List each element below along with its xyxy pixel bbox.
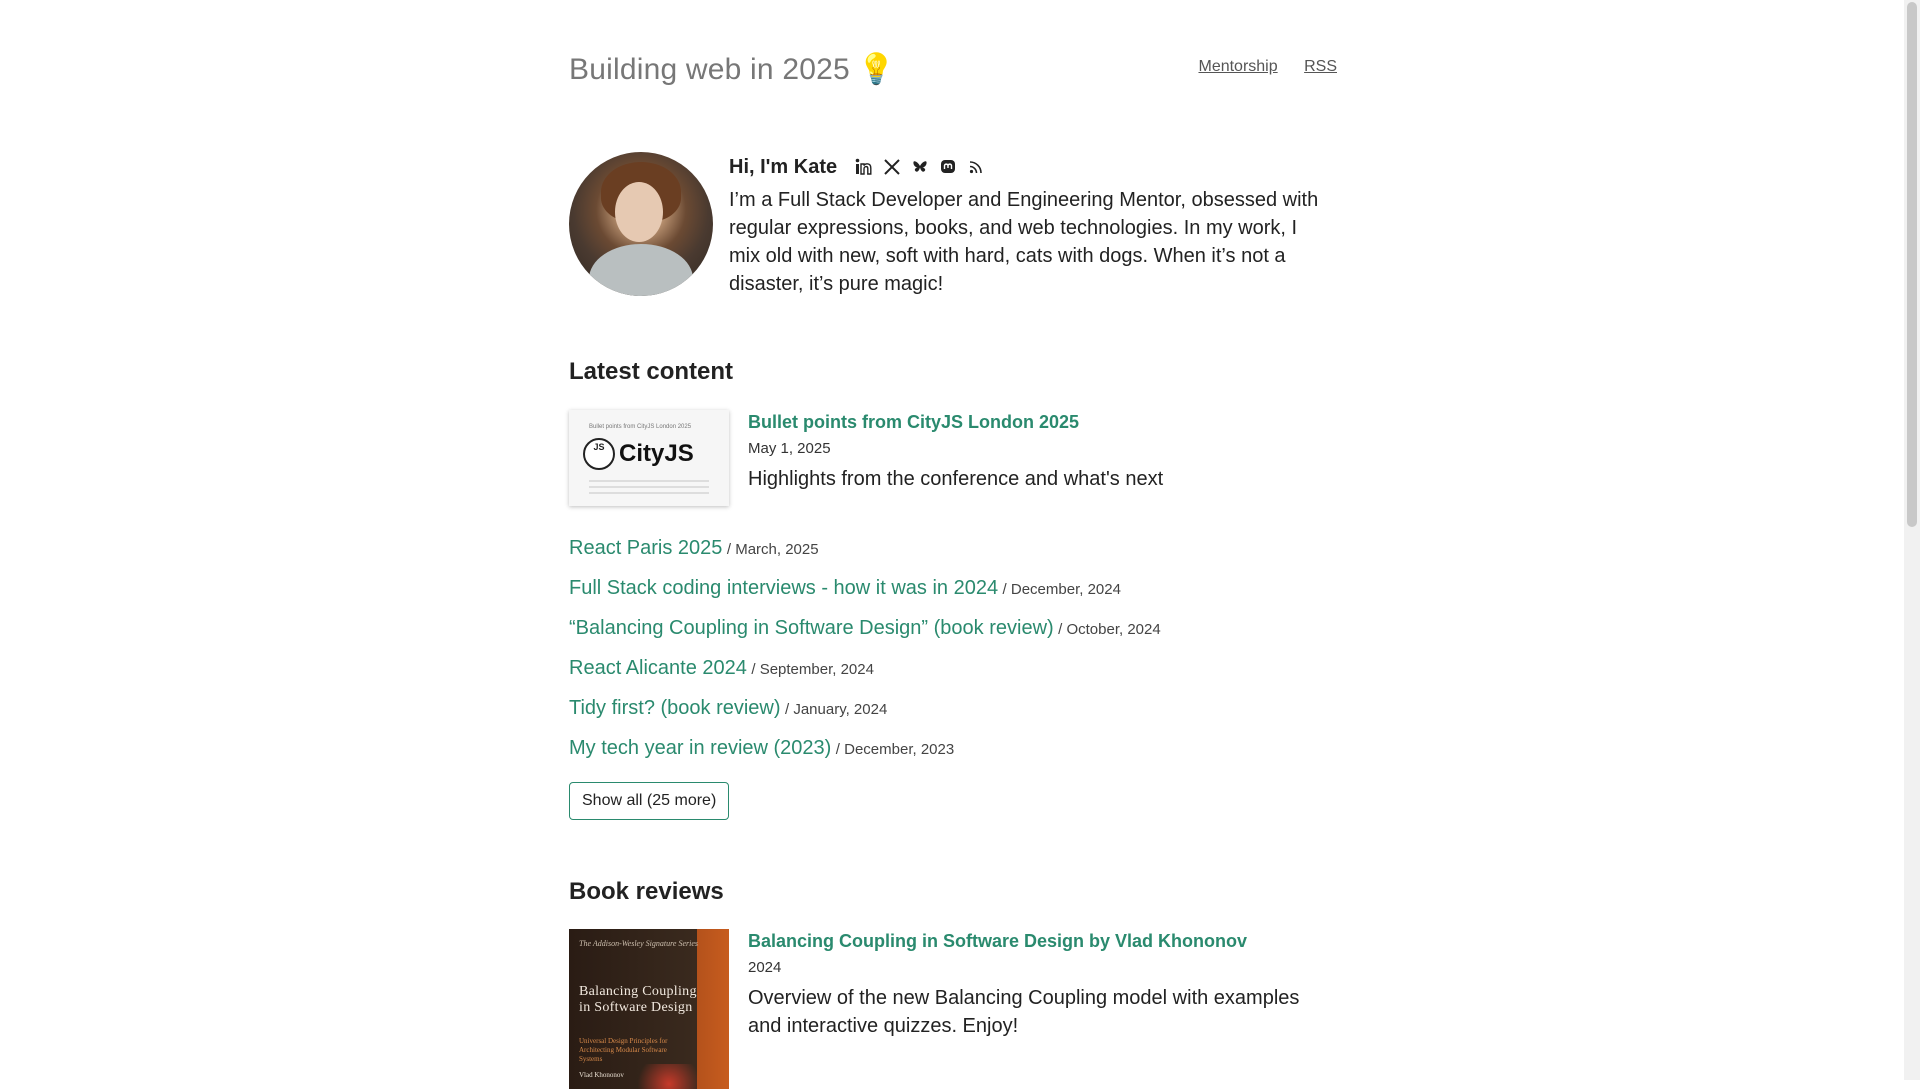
book-year: 2024 xyxy=(748,959,782,976)
post-date: / December, 2024 xyxy=(1002,581,1121,598)
cityjs-logo-text: CityJS xyxy=(619,440,694,467)
post-date: / September, 2024 xyxy=(751,661,874,678)
site-title: Building web in 2025 xyxy=(569,53,850,86)
book-cover[interactable]: The Addison-Wesley Signature Series Bala… xyxy=(569,929,729,1089)
post-date: / January, 2024 xyxy=(785,701,888,718)
nav-link-mentorship[interactable]: Mentorship xyxy=(1198,58,1277,75)
book-review-item: The Addison-Wesley Signature Series Bala… xyxy=(569,929,1337,1089)
post-link[interactable]: “Balancing Coupling in Software Design” … xyxy=(569,617,1054,639)
list-item: Full Stack coding interviews - how it wa… xyxy=(569,572,1337,612)
list-item: Tidy first? (book review) / January, 202… xyxy=(569,692,1337,732)
cover-author: Vlad Khononov xyxy=(579,1071,624,1079)
bio: I’m a Full Stack Developer and Engineeri… xyxy=(729,189,1319,295)
book-body: Balancing Coupling in Software Design by… xyxy=(748,929,1328,1040)
list-item: React Paris 2025 / March, 2025 xyxy=(569,532,1337,572)
post-link[interactable]: React Alicante 2024 xyxy=(569,657,747,679)
x-icon[interactable] xyxy=(883,158,901,176)
post-link[interactable]: Tidy first? (book review) xyxy=(569,697,781,719)
book-title-link[interactable]: Balancing Coupling in Software Design by… xyxy=(748,929,1328,953)
latest-content-list: React Paris 2025 / March, 2025 Full Stac… xyxy=(569,532,1337,772)
avatar xyxy=(569,152,713,296)
mastodon-icon[interactable] xyxy=(939,158,957,176)
post-date: / October, 2024 xyxy=(1058,621,1161,638)
featured-body: Bullet points from CityJS London 2025 Ma… xyxy=(748,410,1328,493)
main-nav: Mentorship RSS xyxy=(1176,58,1337,76)
featured-post: Bullet points from CityJS London 2025 JS… xyxy=(569,410,1337,510)
site-header: Building web in 2025 💡 Mentorship RSS xyxy=(569,48,1337,92)
lightbulb-icon: 💡 xyxy=(857,53,896,86)
thumbnail-caption: Bullet points from CityJS London 2025 xyxy=(589,424,692,430)
show-all-button[interactable]: Show all (25 more) xyxy=(569,782,730,820)
cover-title: Balancing Coupling in Software Design xyxy=(579,984,697,1015)
featured-description: Highlights from the conference and what'… xyxy=(748,468,1164,490)
js-badge: JS xyxy=(583,438,615,470)
cover-series: The Addison-Wesley Signature Series xyxy=(579,939,699,948)
bluesky-icon[interactable] xyxy=(911,158,929,176)
list-item: “Balancing Coupling in Software Design” … xyxy=(569,612,1337,652)
rss-icon[interactable] xyxy=(967,158,985,176)
featured-title-link[interactable]: Bullet points from CityJS London 2025 xyxy=(748,410,1328,434)
list-item: My tech year in review (2023) / December… xyxy=(569,732,1337,772)
post-link[interactable]: React Paris 2025 xyxy=(569,537,722,559)
cover-subtitle: Universal Design Principles for Architec… xyxy=(579,1037,668,1063)
post-link[interactable]: My tech year in review (2023) xyxy=(569,737,831,759)
post-link[interactable]: Full Stack coding interviews - how it wa… xyxy=(569,577,998,599)
intro-heading-row: Hi, I'm Kate xyxy=(729,152,1329,182)
greeting: Hi, I'm Kate xyxy=(729,155,838,178)
featured-thumbnail[interactable]: Bullet points from CityJS London 2025 JS… xyxy=(569,410,729,506)
linkedin-icon[interactable] xyxy=(855,158,873,176)
book-reviews-heading: Book reviews xyxy=(569,878,724,905)
scrollbar[interactable] xyxy=(1904,0,1920,1080)
latest-content-heading: Latest content xyxy=(569,358,734,385)
scrollbar-thumb[interactable] xyxy=(1907,2,1917,527)
intro-text: Hi, I'm Kate I’m a Full Stack Developer … xyxy=(729,152,1329,298)
book-description: Overview of the new Balancing Coupling m… xyxy=(748,987,1300,1037)
post-date: / March, 2025 xyxy=(726,541,819,558)
featured-date: May 1, 2025 xyxy=(748,440,831,457)
intro-section: Hi, I'm Kate I’m a Full Stack Developer … xyxy=(569,152,1337,302)
post-date: / December, 2023 xyxy=(835,741,955,758)
list-item: React Alicante 2024 / September, 2024 xyxy=(569,652,1337,692)
site-title-link[interactable]: Building web in 2025 💡 xyxy=(569,48,895,92)
nav-link-rss[interactable]: RSS xyxy=(1304,58,1337,75)
cityjs-logo: JS CityJS xyxy=(583,438,694,470)
